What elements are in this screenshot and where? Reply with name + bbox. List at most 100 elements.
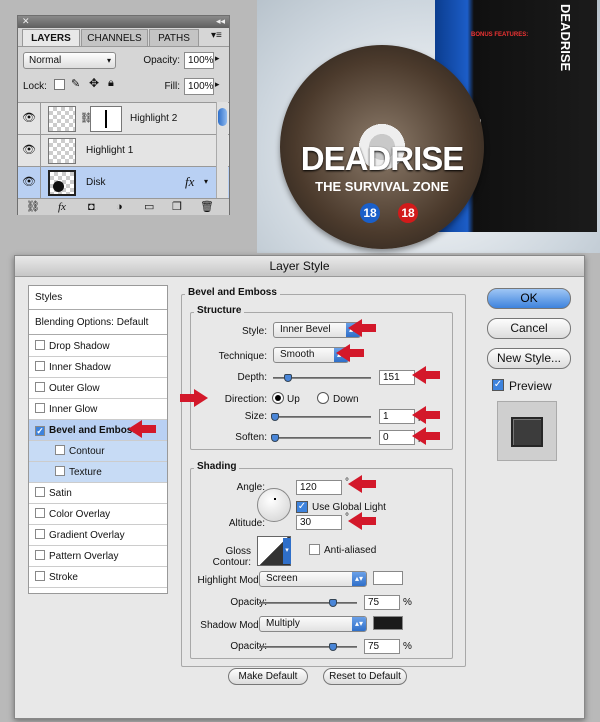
add-style-icon[interactable]: fx [58,199,66,215]
soften-input[interactable]: 0 [379,430,415,445]
cancel-button[interactable]: Cancel [487,318,571,339]
size-input[interactable]: 1 [379,409,415,424]
make-default-button[interactable]: Make Default [228,668,308,685]
checkbox[interactable] [55,466,65,476]
layer-row-disk[interactable]: 👁︎ Disk fx ▾ [18,166,229,199]
lock-all-icon[interactable]: 🔒︎ [108,77,114,90]
slider-knob[interactable] [271,413,279,421]
blend-mode-select[interactable]: Normal ▾ [23,52,116,69]
shadow-opacity-slider[interactable] [259,643,357,651]
close-icon[interactable]: ✕ [22,16,30,27]
arrow-bevel-emboss-icon [128,420,156,438]
lock-paint-icon[interactable]: ✎ [71,77,80,90]
checkbox[interactable] [35,529,45,539]
new-group-icon[interactable]: ▭ [144,199,154,215]
checkbox[interactable] [35,487,45,497]
sidebar-item-outer-glow[interactable]: Outer Glow [29,378,167,399]
checkbox[interactable] [35,361,45,371]
sidebar-item-gradient-overlay[interactable]: Gradient Overlay [29,525,167,546]
new-style-button[interactable]: New Style... [487,348,571,369]
new-layer-icon[interactable]: ❐ [172,199,182,215]
eye-icon[interactable]: 👁︎ [22,111,36,125]
sidebar-blending-options[interactable]: Blending Options: Default [29,311,167,335]
sidebar-item-inner-shadow[interactable]: Inner Shadow [29,357,167,378]
panel-menu-icon[interactable]: ▾≡ [211,30,222,41]
adjustment-layer-icon[interactable]: ◑ [116,199,123,215]
layer-name[interactable]: Highlight 2 [130,113,177,124]
sidebar-item-stroke[interactable]: Stroke [29,567,167,588]
highlight-opacity-slider[interactable] [259,599,357,607]
direction-up-radio[interactable] [272,392,284,404]
scrollbar-thumb[interactable] [218,108,227,126]
tab-paths[interactable]: PATHS [149,29,199,46]
shadow-mode-dropdown[interactable]: Multiply ▴▾ [259,616,367,632]
slider-knob[interactable] [328,643,337,651]
shadow-color-swatch[interactable] [373,616,403,630]
shadow-opacity-input[interactable]: 75 [364,639,400,654]
fill-input[interactable]: 100% [184,78,214,95]
altitude-input[interactable]: 30 [296,515,342,530]
chevron-down-icon[interactable]: ▾ [283,538,291,564]
opacity-input[interactable]: 100% [184,52,214,69]
ok-button[interactable]: OK [487,288,571,309]
chevron-down-icon[interactable]: ▾ [204,177,208,186]
sidebar-item-pattern-overlay[interactable]: Pattern Overlay [29,546,167,567]
layer-name[interactable]: Disk [86,177,105,188]
angle-input[interactable]: 120 [296,480,342,495]
layer-row-highlight-1[interactable]: 👁︎ Highlight 1 [18,134,229,167]
trash-icon[interactable]: 🗑︎ [200,199,214,215]
layer-name[interactable]: Highlight 1 [86,145,133,156]
checkbox[interactable] [35,508,45,518]
slider-knob[interactable] [271,434,279,442]
add-mask-icon[interactable]: ◘ [88,199,95,215]
collapse-icon[interactable]: ◂◂ [216,16,225,27]
soften-slider[interactable] [271,434,371,442]
link-layers-icon[interactable]: ⛓︎ [26,199,40,215]
highlight-color-swatch[interactable] [373,571,403,585]
preview-label[interactable]: Preview [509,379,552,393]
checkbox[interactable] [35,382,45,392]
eye-icon[interactable]: 👁︎ [22,175,36,189]
direction-up-label[interactable]: Up [287,394,300,405]
eye-icon[interactable]: 👁︎ [22,143,36,157]
depth-input[interactable]: 151 [379,370,415,385]
checkbox[interactable] [35,403,45,413]
sidebar-item-color-overlay[interactable]: Color Overlay [29,504,167,525]
layer-row-highlight-2[interactable]: 👁︎ ⛓︎ Highlight 2 [18,102,229,135]
direction-down-radio[interactable] [317,392,329,404]
highlight-mode-dropdown[interactable]: Screen ▴▾ [259,571,367,587]
preview-checkbox[interactable]: ✓ [492,379,504,391]
layer-mask-thumbnail[interactable] [90,106,122,132]
sidebar-item-texture[interactable]: Texture [29,462,167,483]
depth-slider[interactable] [273,374,371,382]
slider-knob[interactable] [328,599,337,607]
reset-default-button[interactable]: Reset to Default [323,668,407,685]
sidebar-header[interactable]: Styles [29,286,167,310]
tab-layers[interactable]: LAYERS [22,29,80,46]
lock-move-icon[interactable]: ✥ [89,76,99,90]
checkbox[interactable] [35,571,45,581]
fx-icon[interactable]: fx [185,174,194,190]
lock-transparency-icon[interactable] [54,79,65,90]
checkbox[interactable] [35,340,45,350]
checkbox[interactable] [55,445,65,455]
opacity-arrow-icon[interactable]: ▸ [215,53,220,64]
size-slider[interactable] [271,413,371,421]
global-light-checkbox[interactable]: ✓ [296,501,308,513]
tab-channels[interactable]: CHANNELS [81,29,148,46]
slider-knob[interactable] [283,374,292,382]
checkbox[interactable]: ✓ [35,426,45,436]
sidebar-item-inner-glow[interactable]: Inner Glow [29,399,167,420]
angle-dial[interactable] [257,488,291,522]
checkbox[interactable] [35,550,45,560]
anti-aliased-checkbox[interactable] [309,544,320,555]
sidebar-item-satin[interactable]: Satin [29,483,167,504]
anti-aliased-label[interactable]: Anti-aliased [324,545,376,556]
highlight-opacity-input[interactable]: 75 [364,595,400,610]
panel-titlebar[interactable]: ✕ ◂◂ [18,16,229,28]
fill-arrow-icon[interactable]: ▸ [215,79,220,90]
direction-down-label[interactable]: Down [333,394,359,405]
sidebar-item-drop-shadow[interactable]: Drop Shadow [29,336,167,357]
layers-scrollbar[interactable] [216,102,228,198]
sidebar-item-contour[interactable]: Contour [29,441,167,462]
